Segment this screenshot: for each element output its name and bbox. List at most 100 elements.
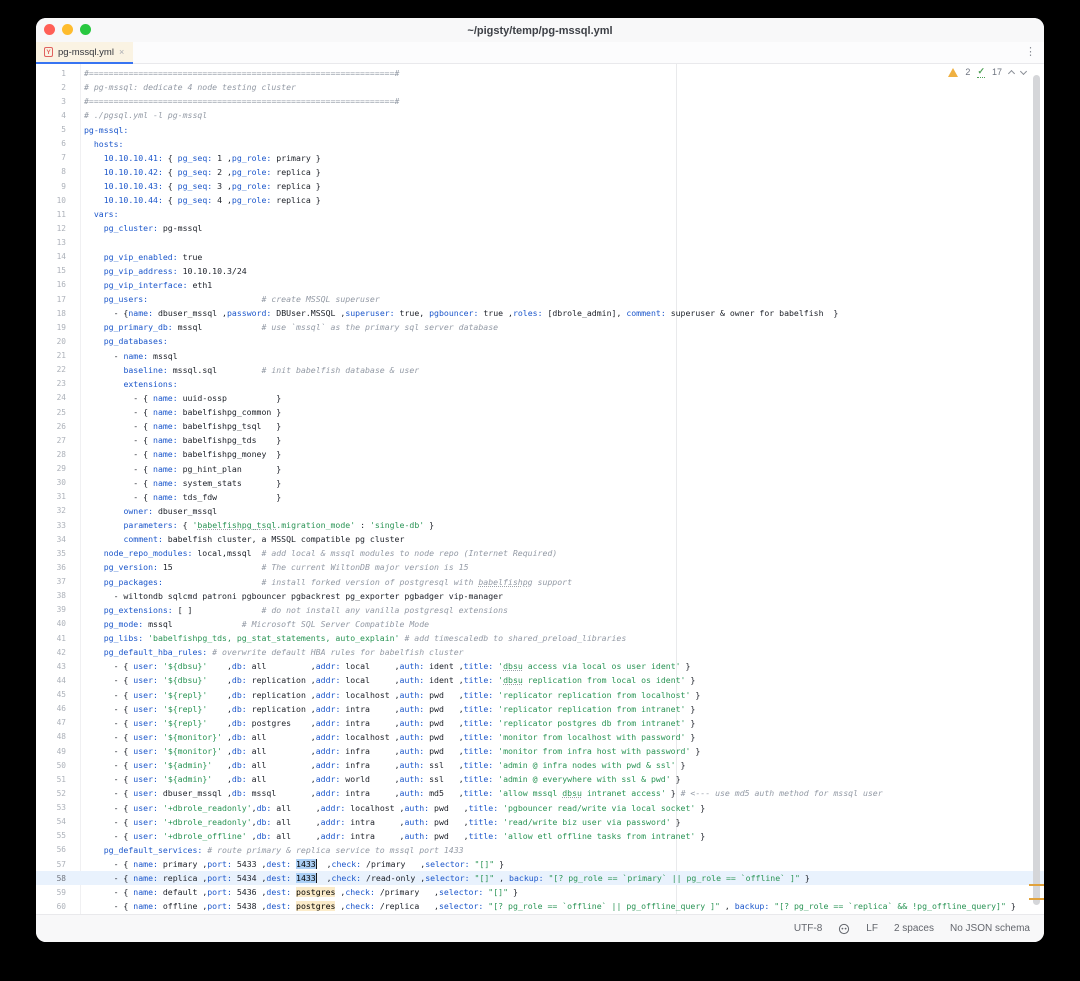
code-line[interactable]: 39 pg_extensions: [ ] # do not install a… (36, 603, 1044, 617)
line-number[interactable]: 58 (36, 874, 66, 883)
code-line[interactable]: 20 pg_databases: (36, 334, 1044, 348)
code-line[interactable]: 31 - { name: tds_fdw } (36, 490, 1044, 504)
line-number[interactable]: 2 (36, 83, 66, 92)
line-number[interactable]: 47 (36, 718, 66, 727)
code-line[interactable]: 59 - { name: default ,port: 5436 ,dest: … (36, 885, 1044, 899)
code-line[interactable]: 8 10.10.10.42: { pg_seq: 2 ,pg_role: rep… (36, 165, 1044, 179)
line-number[interactable]: 12 (36, 224, 66, 233)
line-number[interactable]: 4 (36, 111, 66, 120)
code-line[interactable]: 37 pg_packages: # install forked version… (36, 575, 1044, 589)
line-number[interactable]: 10 (36, 196, 66, 205)
code-line[interactable]: 15 pg_vip_address: 10.10.10.3/24 (36, 264, 1044, 278)
code-line[interactable]: 34 comment: babelfish cluster, a MSSQL c… (36, 532, 1044, 546)
code-line[interactable]: 47 - { user: '${repl}' ,db: postgres ,ad… (36, 716, 1044, 730)
code-line[interactable]: 25 - { name: babelfishpg_common } (36, 405, 1044, 419)
json-schema-indicator[interactable]: No JSON schema (950, 923, 1030, 934)
warning-stripe-mark[interactable] (1029, 884, 1044, 886)
line-number[interactable]: 55 (36, 831, 66, 840)
code-line[interactable]: 24 - { name: uuid-ossp } (36, 391, 1044, 405)
line-number[interactable]: 50 (36, 761, 66, 770)
code-line[interactable]: 29 - { name: pg_hint_plan } (36, 462, 1044, 476)
line-number[interactable]: 20 (36, 337, 66, 346)
code-line[interactable]: 14 pg_vip_enabled: true (36, 250, 1044, 264)
code-line[interactable]: 60 - { name: offline ,port: 5438 ,dest: … (36, 899, 1044, 913)
line-number[interactable]: 57 (36, 860, 66, 869)
code-line[interactable]: 12 pg_cluster: pg-mssql (36, 221, 1044, 235)
code-line[interactable]: 38 - wiltondb sqlcmd patroni pgbouncer p… (36, 589, 1044, 603)
encoding-indicator[interactable]: UTF-8 (794, 923, 822, 934)
code-line[interactable]: 4# ./pgsql.yml -l pg-mssql (36, 108, 1044, 122)
code-line[interactable]: 53 - { user: '+dbrole_readonly',db: all … (36, 801, 1044, 815)
line-number[interactable]: 3 (36, 97, 66, 106)
code-area[interactable]: 1#======================================… (36, 64, 1044, 914)
line-number[interactable]: 48 (36, 732, 66, 741)
code-line[interactable]: 10 10.10.10.44: { pg_seq: 4 ,pg_role: re… (36, 193, 1044, 207)
line-number[interactable]: 28 (36, 450, 66, 459)
line-number[interactable]: 26 (36, 422, 66, 431)
line-number[interactable]: 43 (36, 662, 66, 671)
code-line[interactable]: 51 - { user: '${admin}' ,db: all ,addr: … (36, 772, 1044, 786)
line-number[interactable]: 38 (36, 591, 66, 600)
line-number[interactable]: 11 (36, 210, 66, 219)
code-line[interactable]: 45 - { user: '${repl}' ,db: replication … (36, 688, 1044, 702)
code-line[interactable]: 17 pg_users: # create MSSQL superuser (36, 292, 1044, 306)
line-number[interactable]: 1 (36, 69, 66, 78)
tab-close-icon[interactable]: × (119, 48, 124, 57)
line-number[interactable]: 32 (36, 506, 66, 515)
line-number[interactable]: 16 (36, 280, 66, 289)
code-line[interactable]: 3#======================================… (36, 94, 1044, 108)
code-line[interactable]: 2# pg-mssql: dedicate 4 node testing clu… (36, 80, 1044, 94)
line-number[interactable]: 34 (36, 535, 66, 544)
code-line[interactable]: 5pg-mssql: (36, 123, 1044, 137)
line-ending-indicator[interactable]: LF (866, 923, 878, 934)
code-line[interactable]: 33 parameters: { 'babelfishpg_tsql.migra… (36, 518, 1044, 532)
code-line[interactable]: 40 pg_mode: mssql # Microsoft SQL Server… (36, 617, 1044, 631)
line-number[interactable]: 41 (36, 634, 66, 643)
code-line[interactable]: 30 - { name: system_stats } (36, 476, 1044, 490)
code-line[interactable]: 56 pg_default_services: # route primary … (36, 843, 1044, 857)
warning-stripe-mark[interactable] (1029, 898, 1044, 900)
code-line[interactable]: 22 baseline: mssql.sql # init babelfish … (36, 363, 1044, 377)
line-number[interactable]: 44 (36, 676, 66, 685)
line-number[interactable]: 52 (36, 789, 66, 798)
line-number[interactable]: 18 (36, 309, 66, 318)
line-number[interactable]: 21 (36, 351, 66, 360)
tab-overflow-menu-icon[interactable]: ⋮ (1025, 45, 1036, 58)
line-number[interactable]: 29 (36, 464, 66, 473)
copilot-icon[interactable] (838, 923, 850, 935)
previous-issue-button[interactable] (1008, 70, 1015, 77)
line-number[interactable]: 36 (36, 563, 66, 572)
code-line[interactable]: 27 - { name: babelfishpg_tds } (36, 433, 1044, 447)
line-number[interactable]: 33 (36, 521, 66, 530)
code-line[interactable]: 43 - { user: '${dbsu}' ,db: all ,addr: l… (36, 659, 1044, 673)
code-line[interactable]: 54 - { user: '+dbrole_readonly',db: all … (36, 815, 1044, 829)
line-number[interactable]: 51 (36, 775, 66, 784)
code-line[interactable]: 13 (36, 236, 1044, 250)
line-number[interactable]: 13 (36, 238, 66, 247)
code-line[interactable]: 36 pg_version: 15 # The current WiltonDB… (36, 560, 1044, 574)
code-line[interactable]: 46 - { user: '${repl}' ,db: replication … (36, 702, 1044, 716)
code-line[interactable]: 19 pg_primary_db: mssql # use `mssql` as… (36, 320, 1044, 334)
line-number[interactable]: 35 (36, 549, 66, 558)
code-line[interactable]: 6 hosts: (36, 137, 1044, 151)
tab-pg-mssql[interactable]: Y pg-mssql.yml × (36, 42, 133, 64)
code-line[interactable]: 28 - { name: babelfishpg_money } (36, 447, 1044, 461)
line-number[interactable]: 49 (36, 747, 66, 756)
code-line[interactable]: 16 pg_vip_interface: eth1 (36, 278, 1044, 292)
line-number[interactable]: 56 (36, 845, 66, 854)
line-number[interactable]: 15 (36, 266, 66, 275)
editor-pane[interactable]: 2 ✓ 17 1#===============================… (36, 64, 1044, 914)
line-number[interactable]: 14 (36, 252, 66, 261)
code-line[interactable]: 23 extensions: (36, 377, 1044, 391)
line-number[interactable]: 60 (36, 902, 66, 911)
line-number[interactable]: 19 (36, 323, 66, 332)
code-line[interactable]: 7 10.10.10.41: { pg_seq: 1 ,pg_role: pri… (36, 151, 1044, 165)
code-line[interactable]: 42 pg_default_hba_rules: # overwrite def… (36, 645, 1044, 659)
code-line[interactable]: 50 - { user: '${admin}' ,db: all ,addr: … (36, 758, 1044, 772)
code-line[interactable]: 52 - { user: dbuser_mssql ,db: mssql ,ad… (36, 786, 1044, 800)
line-number[interactable]: 30 (36, 478, 66, 487)
code-line[interactable]: 21 - name: mssql (36, 349, 1044, 363)
scrollbar-thumb[interactable] (1033, 75, 1040, 905)
code-line[interactable]: 35 node_repo_modules: local,mssql # add … (36, 546, 1044, 560)
code-line[interactable]: 11 vars: (36, 207, 1044, 221)
